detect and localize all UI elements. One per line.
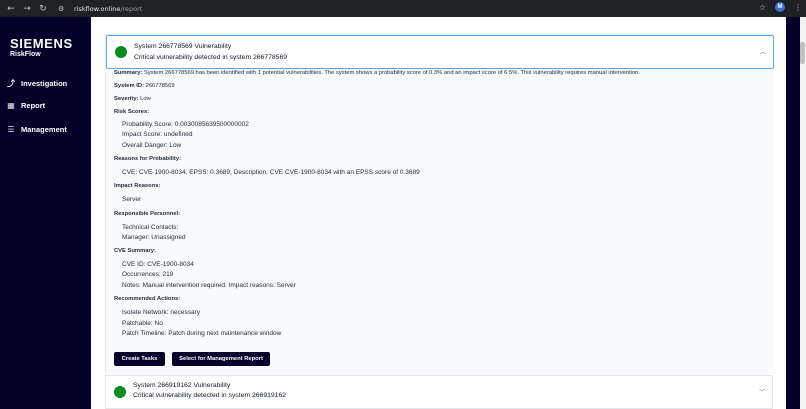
card-details: Summary: System 266778569 has been ident… (106, 69, 774, 373)
select-for-report-button[interactable]: Select for Management Report (172, 352, 270, 366)
system-id-label: System ID: (114, 83, 144, 89)
card-title: System 266919162 Vulnerability (133, 382, 231, 389)
vulnerability-card: System 266778569 Vulnerability Critical … (105, 34, 774, 373)
site-settings-icon[interactable]: ⚙ (58, 4, 68, 14)
browser-toolbar: ← → ↻ ⚙ riskflow.online/report ☆ M ⋮ (0, 0, 806, 17)
chevron-up-icon[interactable]: ︿ (760, 47, 766, 56)
risk-scores-heading: Risk Scores: (114, 109, 150, 115)
brand-logo: SIEMENS RiskFlow (10, 37, 73, 59)
status-indicator (114, 386, 126, 398)
patchable: Patchable: No (122, 320, 163, 327)
product-name: RiskFlow (10, 51, 41, 58)
dashboard-icon: ▦ (7, 101, 15, 110)
main-content: System 266778569 Vulnerability Critical … (91, 17, 786, 409)
sidebar-item-label: Report (21, 101, 46, 110)
url-path: /report (120, 4, 143, 13)
manager: Manager: Unassigned (122, 234, 186, 241)
right-edge-strip (786, 17, 800, 409)
sidebar-item-label: Management (21, 125, 67, 134)
card-subtitle: Critical vulnerability detected in syste… (134, 54, 288, 61)
overall-danger: Overall Danger: Low (122, 142, 182, 149)
create-tasks-button[interactable]: Create Tasks (114, 352, 165, 366)
cve-id: CVE ID: CVE-1900-8034 (122, 261, 194, 268)
back-icon[interactable]: ← (4, 2, 18, 16)
chart-line-icon: ⤴ (7, 79, 15, 88)
technical-contacts: Technical Contacts: (122, 224, 179, 231)
system-id: System ID: 266778569 (114, 83, 175, 89)
summary: Summary: System 266778569 has been ident… (114, 70, 640, 76)
impact-score: Impact Score: undefined (122, 131, 193, 138)
card-title: System 266778569 Vulnerability (134, 43, 232, 50)
chevron-down-icon[interactable]: ﹀ (759, 387, 765, 396)
severity-label: Severity: (114, 96, 139, 102)
bookmark-star-icon[interactable]: ☆ (759, 3, 766, 12)
personnel-heading: Responsible Personnel: (114, 211, 181, 217)
summary-label: Summary: (114, 70, 143, 76)
url-text: riskflow.online/report (74, 5, 142, 13)
cve-summary-heading: CVE Summary: (114, 248, 156, 254)
reasons-probability-heading: Reasons for Probability: (114, 156, 181, 162)
severity-value: Low (140, 96, 151, 102)
address-bar[interactable]: ⚙ riskflow.online/report (58, 2, 142, 15)
sidebar-item-investigation[interactable]: ⤴ Investigation (6, 78, 67, 89)
notes: Notes: Manual intervention required. Imp… (122, 282, 296, 289)
list-icon: ☰ (7, 125, 15, 134)
reasons-probability-text: CVE: CVE-1900-8034, EPSS: 0.3689, Descri… (122, 169, 420, 176)
vulnerability-card[interactable]: System 266919162 Vulnerability Critical … (105, 375, 773, 409)
card-subtitle: Critical vulnerability detected in syste… (133, 392, 287, 399)
probability-score: Probability Score: 0.0030085639500000002 (122, 121, 249, 128)
severity: Severity: Low (114, 96, 151, 102)
sidebar-item-label: Investigation (21, 79, 68, 88)
browser-menu-icon[interactable]: ⋮ (794, 3, 802, 12)
summary-text: System 266778569 has been identified wit… (143, 70, 641, 76)
occurrences: Occurrences: 219 (122, 271, 174, 278)
isolate-network: Isolate Network: necessary (122, 309, 201, 316)
sidebar-item-report[interactable]: ▦ Report (6, 101, 45, 110)
sidebar-item-management[interactable]: ☰ Management (6, 125, 67, 134)
scrollbar-track[interactable] (800, 17, 806, 409)
system-id-value: 266778569 (145, 83, 175, 89)
card-header[interactable]: System 266778569 Vulnerability Critical … (106, 35, 774, 69)
brand-name: SIEMENS (10, 36, 73, 51)
impact-reasons-heading: Impact Reasons: (114, 183, 161, 189)
scrollbar-thumb[interactable] (800, 42, 805, 64)
patch-timeline: Patch Timeline: Patch during next mainte… (122, 330, 282, 337)
profile-avatar[interactable]: M (775, 2, 785, 12)
sidebar: SIEMENS RiskFlow ⤴ Investigation ▦ Repor… (0, 17, 91, 409)
recommended-actions-heading: Recommended Actions: (114, 296, 181, 302)
impact-reasons-text: Server (122, 196, 142, 203)
reload-icon[interactable]: ↻ (36, 2, 50, 16)
forward-icon[interactable]: → (20, 2, 34, 16)
url-host: riskflow.online (74, 4, 121, 13)
status-indicator (115, 46, 127, 58)
